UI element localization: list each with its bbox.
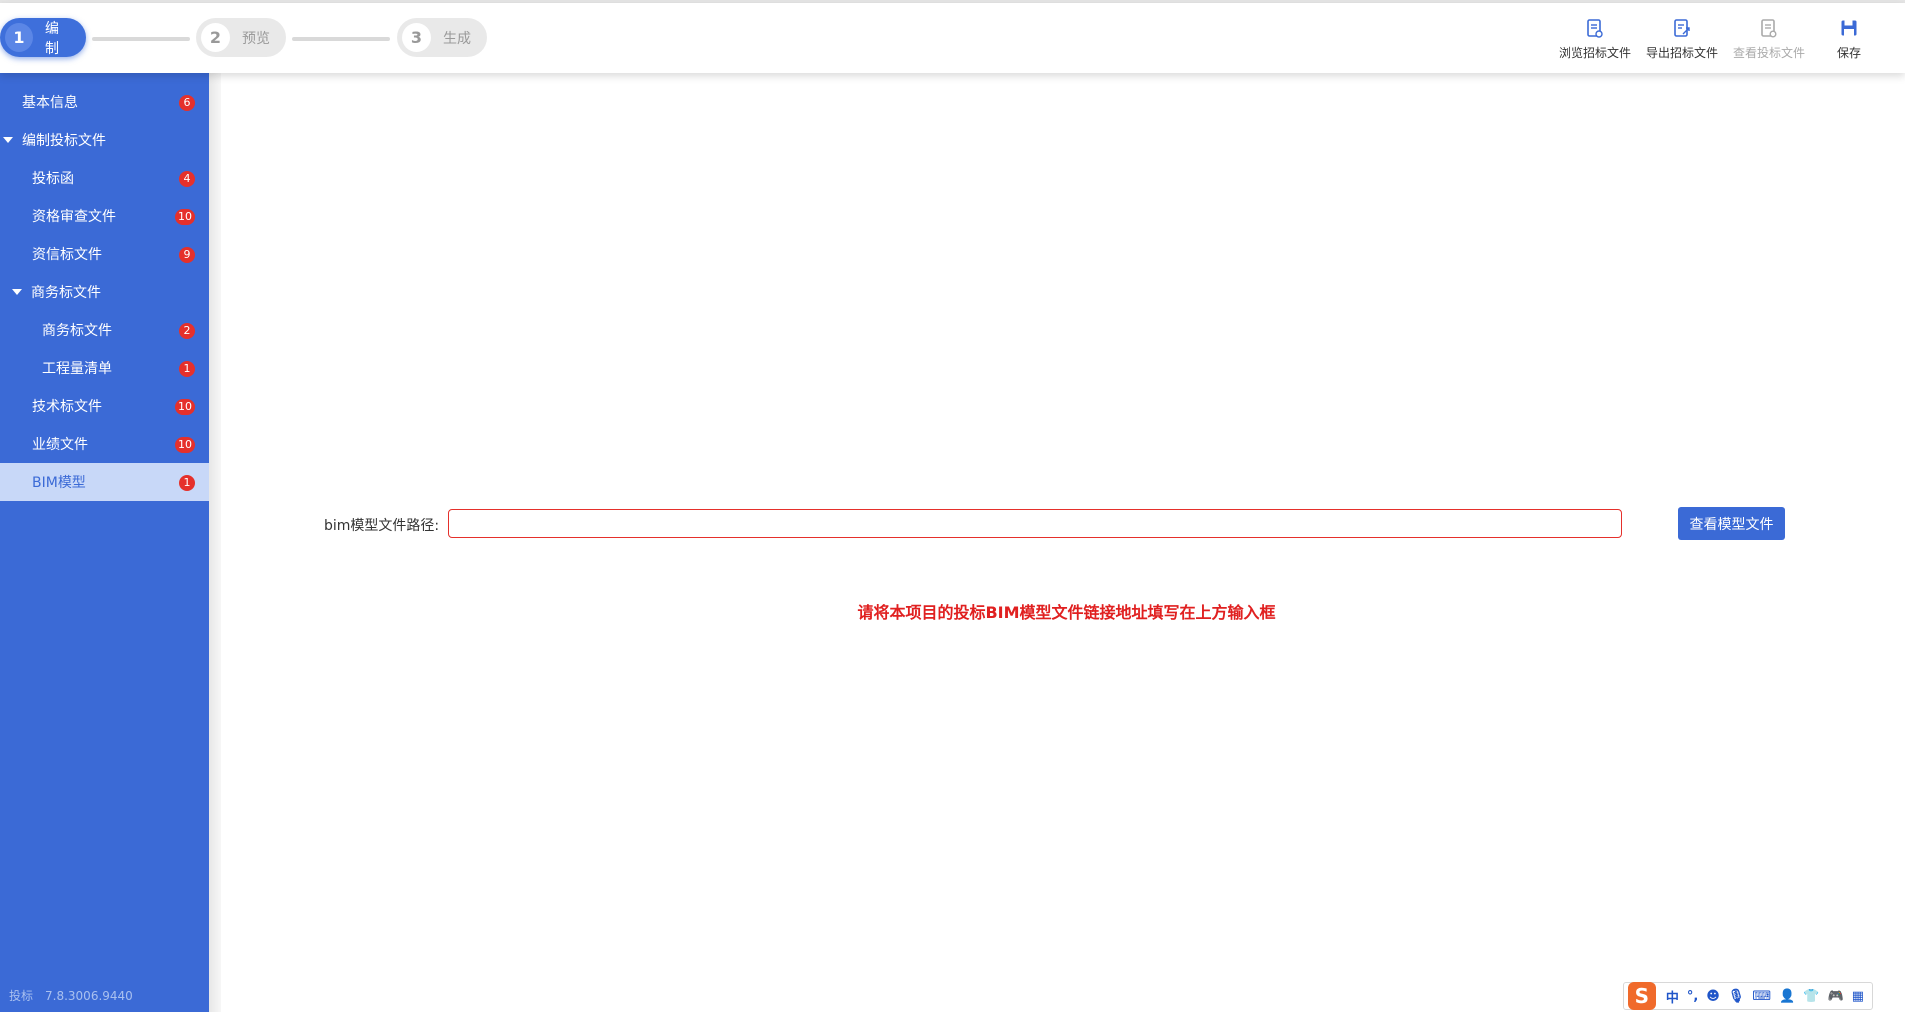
step-label: 生成 [443, 30, 471, 47]
count-badge: 4 [179, 171, 195, 187]
count-badge: 1 [179, 361, 195, 377]
save-label: 保存 [1836, 46, 1861, 60]
sidebar-item-commercial-group[interactable]: 商务标文件 [0, 273, 209, 311]
content-gutter [209, 73, 221, 1012]
sidebar-item-label: 工程量清单 [42, 361, 112, 377]
view-bid-button[interactable]: 查看投标文件 [1729, 19, 1809, 61]
step-number: 2 [201, 23, 230, 52]
count-badge: 1 [179, 475, 195, 491]
sidebar-item-label: 业绩文件 [32, 437, 88, 453]
sidebar-nav: 基本信息 6 编制投标文件 投标函 4 资格审查文件 10 资信标文件 9 商务… [0, 73, 209, 1012]
user-icon[interactable]: 👤 [1779, 989, 1795, 1004]
count-badge: 6 [179, 95, 195, 111]
step-number: 1 [5, 23, 33, 52]
keyboard-icon[interactable]: ⌨ [1752, 989, 1771, 1004]
game-icon[interactable]: 🎮 [1828, 989, 1844, 1004]
step-connector [92, 37, 190, 41]
sidebar-item-label: 编制投标文件 [22, 133, 106, 149]
sidebar-item-technical[interactable]: 技术标文件 10 [0, 387, 209, 425]
skin-icon[interactable]: 👕 [1803, 989, 1819, 1004]
caret-down-icon [12, 289, 22, 295]
sidebar-item-label: 投标函 [32, 171, 74, 187]
export-tender-label: 导出招标文件 [1645, 46, 1718, 60]
main-content [221, 83, 1905, 1012]
export-tender-button[interactable]: 导出招标文件 [1642, 19, 1722, 61]
document-search-icon [1761, 19, 1777, 38]
sidebar-item-label: 资格审查文件 [32, 209, 116, 225]
browse-tender-label: 浏览招标文件 [1558, 46, 1631, 60]
emoji-icon[interactable]: ☻ [1706, 989, 1720, 1004]
version-info: 投标 7.8.3006.9440 [9, 987, 133, 1004]
view-bid-label: 查看投标文件 [1732, 46, 1805, 60]
step-label: 预览 [242, 30, 270, 47]
step-edit[interactable]: 1 编制 [0, 18, 86, 57]
sidebar-item-label: 商务标文件 [42, 323, 112, 339]
count-badge: 2 [179, 323, 195, 339]
count-badge: 10 [175, 399, 195, 415]
count-badge: 9 [179, 247, 195, 263]
hint-message: 请将本项目的投标BIM模型文件链接地址填写在上方输入框 [857, 603, 1276, 622]
ime-mode-toggle[interactable]: 中 [1666, 987, 1679, 1006]
sidebar-item-basic-info[interactable]: 基本信息 6 [0, 83, 209, 121]
count-badge: 10 [175, 437, 195, 453]
count-badge: 10 [175, 209, 195, 225]
sidebar-item-compile-bid[interactable]: 编制投标文件 [0, 121, 209, 159]
bim-path-label: bim模型文件路径: [324, 518, 440, 534]
ime-toolbar: S 中 °, ☻ 🎙 ⌨ 👤 👕 🎮 ▦ [1622, 982, 1873, 1010]
browse-tender-button[interactable]: 浏览招标文件 [1555, 19, 1635, 61]
ime-punct-toggle[interactable]: °, [1687, 989, 1698, 1004]
sidebar-item-label: 基本信息 [22, 95, 78, 111]
bim-path-input[interactable] [448, 509, 1622, 538]
hint-text: 请将本项目的投标BIM模型文件链接地址填写在上方输入框 [0, 599, 1905, 623]
caret-down-icon [3, 137, 13, 143]
step-label: 编制 [44, 20, 59, 57]
microphone-icon[interactable]: 🎙 [1728, 989, 1745, 1004]
document-view-icon [1587, 19, 1603, 38]
sidebar-item-bid-letter[interactable]: 投标函 4 [0, 159, 209, 197]
save-button[interactable]: 保存 [1819, 19, 1879, 61]
document-export-icon [1674, 19, 1690, 37]
sidebar-item-bim-model[interactable]: BIM模型 1 [0, 463, 209, 501]
sidebar-item-commercial[interactable]: 商务标文件 2 [0, 311, 209, 349]
sidebar-item-credit[interactable]: 资信标文件 9 [0, 235, 209, 273]
sidebar-item-label: 资信标文件 [32, 247, 102, 263]
sidebar-item-bill-of-quantities[interactable]: 工程量清单 1 [0, 349, 209, 387]
sidebar-item-label: 技术标文件 [32, 399, 102, 415]
app-name: 投标 [9, 989, 34, 1003]
sidebar-item-label: BIM模型 [32, 475, 86, 491]
sidebar-item-qualification[interactable]: 资格审查文件 10 [0, 197, 209, 235]
view-model-button[interactable]: 查看模型文件 [1678, 507, 1785, 540]
version-number: 7.8.3006.9440 [45, 989, 133, 1003]
step-connector [292, 37, 390, 41]
step-number: 3 [402, 23, 431, 52]
grid-menu-icon[interactable]: ▦ [1852, 989, 1864, 1004]
step-generate[interactable]: 3 生成 [397, 18, 487, 57]
save-icon [1841, 20, 1857, 36]
header-bar: 1 编制 2 预览 3 生成 浏览招标文件 导出招标文件 查看投标文件 保存 [0, 3, 1905, 73]
sogou-logo-icon[interactable]: S [1627, 982, 1656, 1010]
step-preview[interactable]: 2 预览 [196, 18, 286, 57]
sidebar-item-performance[interactable]: 业绩文件 10 [0, 425, 209, 463]
sidebar-item-label: 商务标文件 [31, 285, 101, 301]
